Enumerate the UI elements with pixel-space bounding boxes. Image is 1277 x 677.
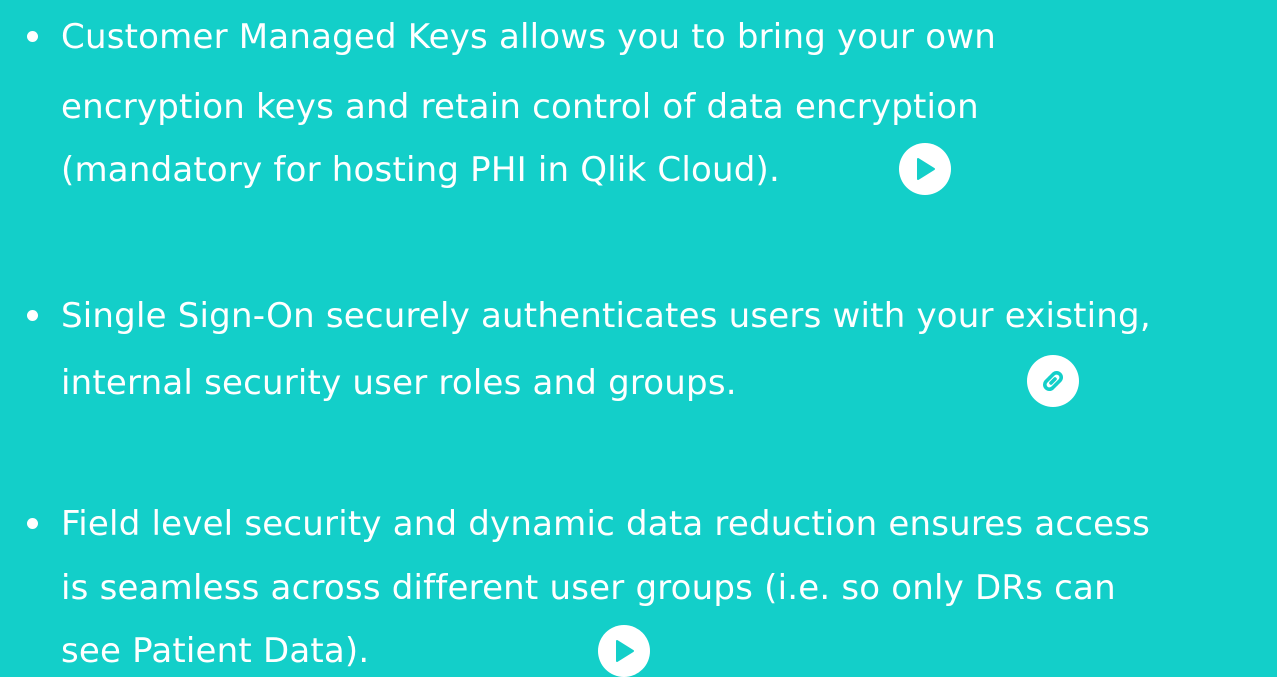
item-text-line: encryption keys and retain control of da… [61,87,979,127]
bullet-dot [27,518,38,529]
link-icon [1043,371,1063,391]
open-link-button[interactable] [1027,355,1079,407]
bullet-dot [27,310,38,321]
bullet-dot [27,31,38,42]
item-text-line: Single Sign-On securely authenticates us… [61,296,1151,336]
play-video-button[interactable] [598,625,650,677]
item-text-line: internal security user roles and groups. [61,363,737,403]
item-text-line: Customer Managed Keys allows you to brin… [61,17,997,57]
item-text-line: is seamless across different user groups… [61,568,1116,608]
item-text-line: Field level security and dynamic data re… [61,504,1151,544]
play-icon [616,640,634,662]
play-video-button[interactable] [899,143,951,195]
item-text-line: see Patient Data). [61,631,370,671]
play-icon [917,158,935,180]
item-text-line: (mandatory for hosting PHI in Qlik Cloud… [61,150,781,190]
feature-bullet-list: Customer Managed Keys allows you to brin… [0,0,1277,677]
